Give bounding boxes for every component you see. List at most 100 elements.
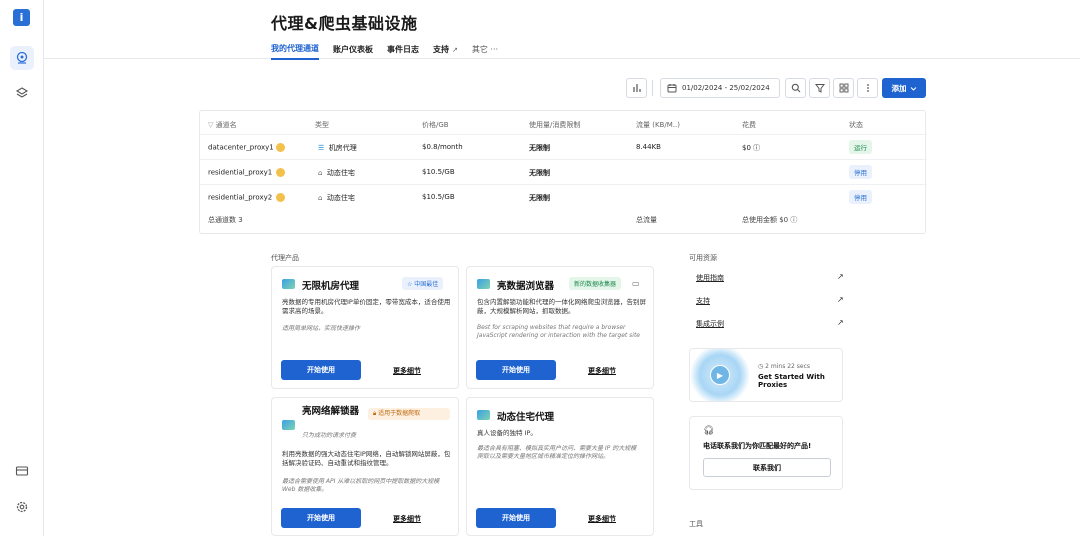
card-description: 亮数据的专用机房代理IP单价固定，零带宽成本，适合使用需求高的场景。 bbox=[282, 298, 451, 315]
resource-link-integration[interactable]: 集成示例 bbox=[696, 319, 724, 329]
resource-link-guide[interactable]: 使用指南 bbox=[696, 273, 724, 283]
table-row[interactable]: residential_proxy1 ⌂ 动态住宅 $10.5/GB 无限制 停… bbox=[200, 159, 927, 184]
calendar-icon bbox=[667, 84, 677, 93]
chart-view-button[interactable] bbox=[626, 78, 647, 98]
chevron-down-icon bbox=[910, 86, 916, 91]
card-description: 利用亮数据的强大动态住宅IP网络，自动解锁网站屏蔽，包括解决验证码、自动重试和指… bbox=[282, 450, 451, 467]
grid-icon bbox=[839, 83, 848, 93]
shield-icon bbox=[275, 143, 285, 152]
search-button[interactable] bbox=[785, 78, 806, 98]
columns-button[interactable] bbox=[833, 78, 854, 98]
tab-label: 事件日志 bbox=[387, 45, 419, 54]
tab-event-log[interactable]: 事件日志 bbox=[387, 43, 419, 60]
more-details-link[interactable]: 更多细节 bbox=[393, 366, 421, 376]
more-details-link[interactable]: 更多细节 bbox=[393, 514, 421, 524]
add-label: 添加 bbox=[891, 83, 907, 93]
channel-name: residential_proxy2 bbox=[208, 193, 273, 202]
row-cost-cell: $0 ⓘ bbox=[742, 143, 760, 153]
total-channels: 总通道数 3 bbox=[208, 216, 243, 224]
status-badge: 运行 bbox=[849, 140, 872, 154]
billing-card-icon[interactable] bbox=[10, 459, 34, 483]
products-section-label: 代理产品 bbox=[271, 254, 299, 262]
tab-label: 支持 bbox=[433, 45, 449, 54]
total-traffic: 总流量 bbox=[636, 216, 657, 224]
more-details-link[interactable]: 更多细节 bbox=[588, 366, 616, 376]
total-cost-value: 总使用金额 $0 bbox=[742, 216, 789, 224]
column-header-usage-limit[interactable]: 使用量/消费限制 bbox=[529, 120, 580, 130]
product-card-unlocker: 亮网络解锁器 只为成功的请求付费 🔒︎ 适用于数据爬取 利用亮数据的强大动态住宅… bbox=[271, 397, 459, 536]
bar-chart-icon bbox=[632, 84, 641, 92]
tab-label: 我的代理通道 bbox=[271, 44, 319, 53]
tab-my-proxy-channels[interactable]: 我的代理通道 bbox=[271, 43, 319, 60]
left-rail: i bbox=[0, 0, 44, 536]
tools-section-label: 工具 bbox=[689, 520, 703, 528]
row-name-cell: residential_proxy1 bbox=[208, 168, 286, 177]
layers-icon[interactable] bbox=[10, 81, 34, 105]
tag-label: 适用于数据爬取 bbox=[378, 410, 421, 417]
resources-section-label: 可用资源 bbox=[689, 254, 717, 262]
logo-icon[interactable]: i bbox=[13, 9, 30, 26]
card-note: 最适合具有阻塞、模拟真实用户访问、需要大量 IP 的大规模爬取以及需要大量地区城… bbox=[477, 445, 637, 460]
card-note: 最适合需要使用 API 从难以抓取的网页中提取数据的大规模 Web 数据收集。 bbox=[282, 478, 440, 493]
row-type-cell: ⌂ 动态住宅 bbox=[318, 193, 355, 203]
filter-icon: ▽ bbox=[208, 121, 216, 129]
product-card-datacenter: 无限机房代理 ☆ 中国最佳 亮数据的专用机房代理IP单价固定，零带宽成本，适合使… bbox=[271, 266, 459, 389]
duration-label: 2 mins 22 secs bbox=[765, 363, 811, 370]
residential-product-icon bbox=[477, 410, 490, 420]
tab-bar: 我的代理通道 账户仪表板 事件日志 支持 ↗ 其它 ··· bbox=[271, 43, 512, 60]
contact-us-button[interactable]: 联系我们 bbox=[703, 458, 831, 477]
column-header-traffic[interactable]: 流量 (KB/M..) bbox=[636, 120, 680, 130]
tab-support[interactable]: 支持 ↗ bbox=[433, 43, 458, 60]
house-icon: ⌂ bbox=[318, 169, 323, 177]
kebab-icon bbox=[866, 84, 869, 92]
card-note: 适用简单网站，实现快速操作 bbox=[282, 325, 361, 332]
resource-link-support[interactable]: 支持 bbox=[696, 296, 710, 306]
start-button[interactable]: 开始使用 bbox=[476, 360, 556, 380]
column-header-name[interactable]: ▽ 通道名 bbox=[208, 120, 237, 130]
card-title: 无限机房代理 bbox=[302, 281, 360, 292]
row-price-cell: $10.5/GB bbox=[422, 193, 455, 201]
row-limit-cell: 无限制 bbox=[529, 169, 550, 177]
tag-badge: 新的数据收集器 bbox=[569, 277, 622, 290]
video-card[interactable]: ▶ ◷ 2 mins 22 secs Get Started With Prox… bbox=[689, 348, 843, 402]
date-range-picker[interactable]: 01/02/2024 - 25/02/2024 bbox=[660, 78, 780, 98]
column-header-price[interactable]: 价格/GB bbox=[422, 120, 449, 130]
table-row[interactable]: datacenter_proxy1 ☰ 机房代理 $0.8/month 无限制 … bbox=[200, 134, 927, 159]
tab-account-dashboard[interactable]: 账户仪表板 bbox=[333, 43, 373, 60]
channel-name: datacenter_proxy1 bbox=[208, 143, 274, 152]
row-limit-cell: 无限制 bbox=[529, 144, 550, 152]
filter-button[interactable] bbox=[809, 78, 830, 98]
unlocker-product-icon bbox=[282, 420, 295, 430]
channel-name: residential_proxy1 bbox=[208, 168, 273, 177]
settings-gear-icon[interactable] bbox=[10, 495, 34, 519]
card-note: Best for scraping websites that require … bbox=[477, 324, 640, 339]
house-icon: ⌂ bbox=[318, 194, 323, 202]
arrow-up-right-icon: ↗ bbox=[837, 295, 844, 304]
proxy-location-icon[interactable] bbox=[10, 46, 34, 70]
card-title: 亮数据浏览器 bbox=[497, 281, 555, 292]
headset-icon: 🎧︎ bbox=[703, 426, 715, 436]
column-header-cost[interactable]: 花费 bbox=[742, 120, 756, 130]
start-button[interactable]: 开始使用 bbox=[476, 508, 556, 528]
table-row[interactable]: residential_proxy2 ⌂ 动态住宅 $10.5/GB 无限制 停… bbox=[200, 184, 927, 209]
column-header-type[interactable]: 类型 bbox=[315, 120, 329, 130]
type-label: 动态住宅 bbox=[326, 169, 355, 177]
more-options-button[interactable] bbox=[857, 78, 878, 98]
tab-other[interactable]: 其它 ··· bbox=[472, 43, 498, 60]
contact-card: 🎧︎ 电话联系我们为你匹配最好的产品! 联系我们 bbox=[689, 416, 843, 490]
play-icon[interactable]: ▶ bbox=[710, 365, 730, 385]
tag-badge: ☆ 中国最佳 bbox=[402, 277, 444, 290]
column-header-status[interactable]: 状态 bbox=[849, 120, 863, 130]
total-cost: 总使用金额 $0 ⓘ bbox=[742, 215, 797, 225]
tag-badge: 🔒︎ 适用于数据爬取 bbox=[368, 408, 450, 420]
start-button[interactable]: 开始使用 bbox=[281, 508, 361, 528]
header: 代理&爬虫基础设施 我的代理通道 账户仪表板 事件日志 支持 ↗ 其它 ··· bbox=[44, 0, 1080, 60]
add-button[interactable]: 添加 bbox=[882, 78, 926, 98]
more-details-link[interactable]: 更多细节 bbox=[588, 514, 616, 524]
row-limit-cell: 无限制 bbox=[529, 194, 550, 202]
help-icon: ⓘ bbox=[753, 144, 761, 152]
residential-icon bbox=[276, 193, 286, 202]
datacenter-product-icon bbox=[282, 279, 295, 289]
start-button[interactable]: 开始使用 bbox=[281, 360, 361, 380]
page-title: 代理&爬虫基础设施 bbox=[271, 14, 418, 33]
